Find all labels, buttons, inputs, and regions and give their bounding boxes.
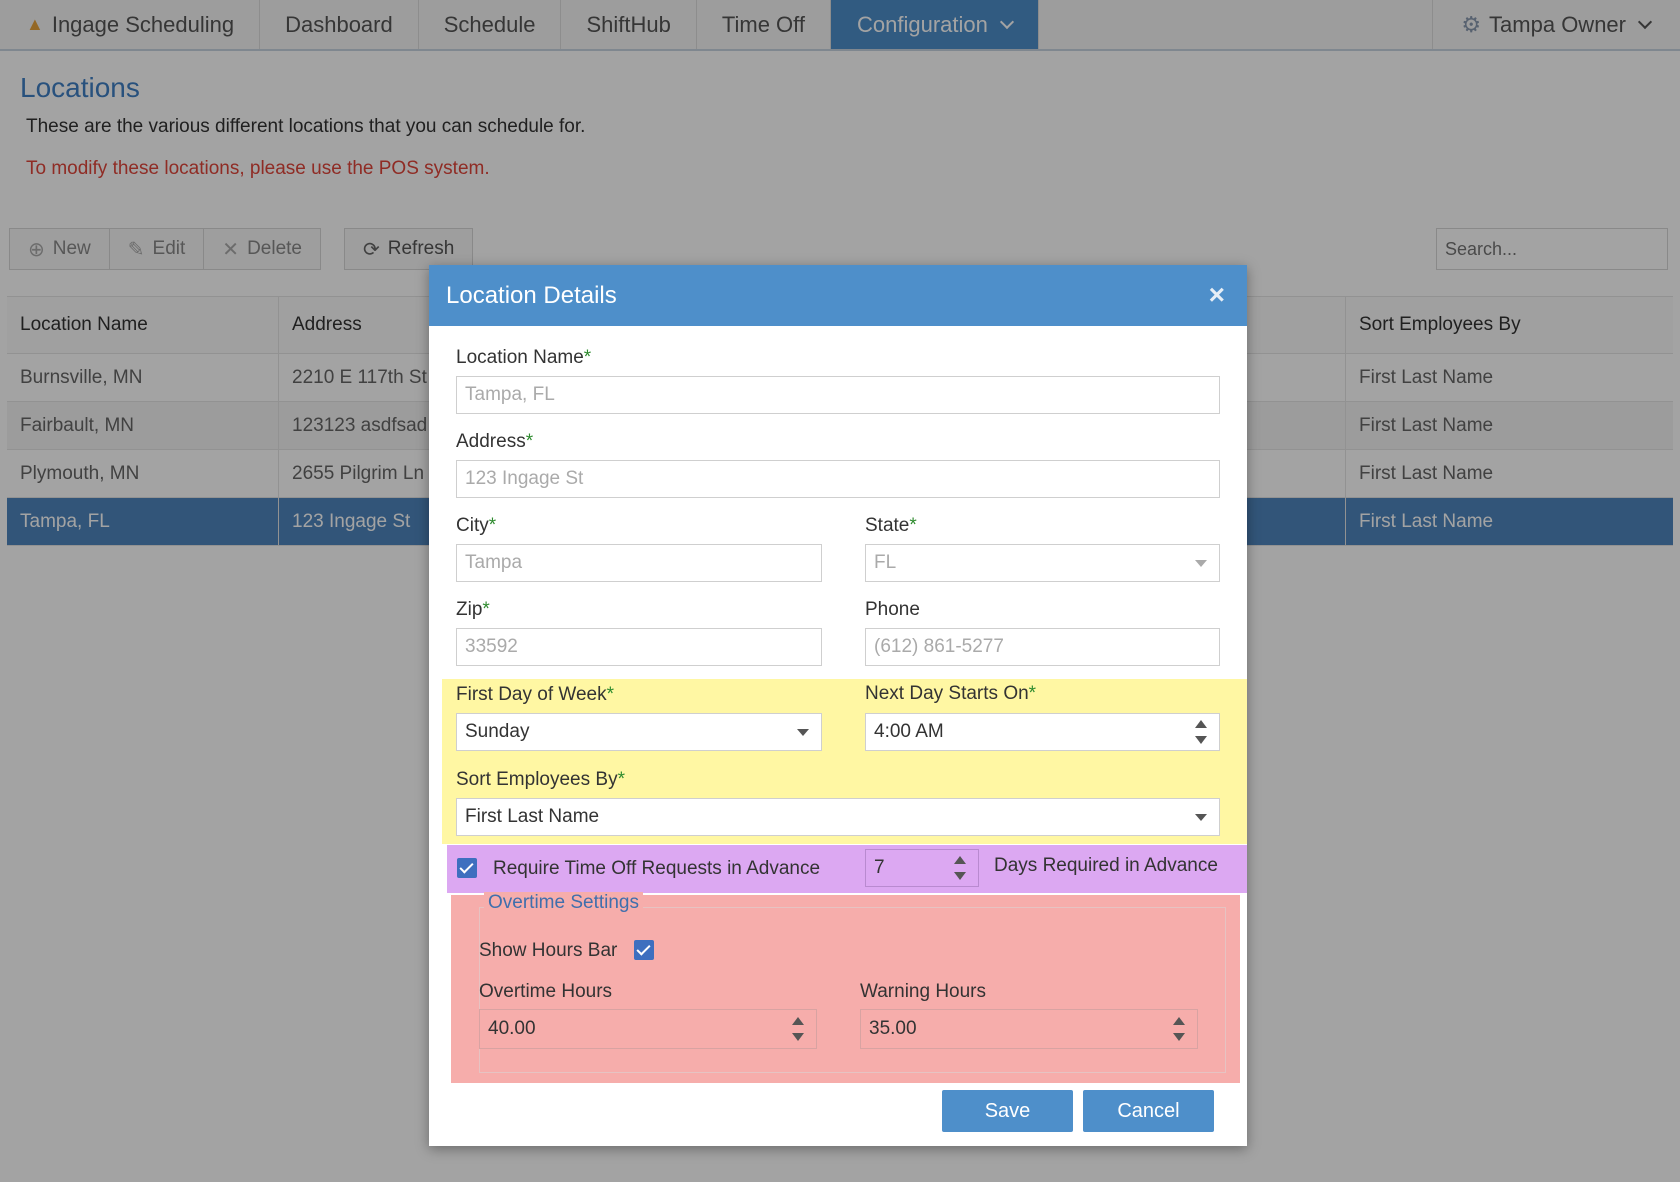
caret-down-icon: [797, 729, 809, 736]
city-label: City*: [456, 515, 496, 537]
show-hours-bar-checkbox[interactable]: [634, 940, 654, 960]
state-value: FL: [874, 552, 897, 573]
address-field[interactable]: 123 Ingage St: [456, 460, 1220, 498]
address-label-text: Address: [456, 431, 526, 452]
state-select[interactable]: FL: [865, 544, 1220, 582]
zip-field[interactable]: 33592: [456, 628, 822, 666]
required-mark: *: [583, 347, 592, 368]
required-mark: *: [525, 431, 534, 452]
required-mark: *: [1028, 683, 1037, 704]
require-time-off-label: Require Time Off Requests in Advance: [493, 858, 821, 879]
days-required-field[interactable]: 7: [865, 849, 979, 887]
first-day-label-text: First Day of Week: [456, 684, 607, 705]
overtime-legend: Overtime Settings: [484, 892, 643, 914]
overtime-hours-label: Overtime Hours: [479, 981, 613, 1002]
required-mark: *: [909, 515, 917, 536]
spinner-icon[interactable]: [954, 855, 966, 881]
show-hours-bar-label: Show Hours Bar: [479, 940, 618, 961]
warning-hours-label: Warning Hours: [860, 981, 987, 1002]
days-required-label: Days Required in Advance: [994, 855, 1218, 876]
close-icon[interactable]: ×: [1209, 279, 1225, 311]
first-day-value: Sunday: [465, 721, 530, 742]
sort-by-label: Sort Employees By*: [456, 769, 625, 791]
caret-down-icon: [1195, 814, 1207, 821]
phone-field[interactable]: (612) 861-5277: [865, 628, 1220, 666]
required-mark: *: [606, 684, 615, 705]
address-label: Address*: [456, 431, 533, 453]
warning-hours-field[interactable]: 35.00: [860, 1009, 1198, 1049]
next-day-time-field[interactable]: 4:00 AM: [865, 713, 1220, 751]
next-day-label-text: Next Day Starts On: [865, 683, 1029, 704]
next-day-label: Next Day Starts On*: [865, 683, 1036, 705]
first-day-label: First Day of Week*: [456, 684, 614, 706]
sort-by-value: First Last Name: [465, 806, 600, 827]
zip-label: Zip*: [456, 599, 490, 621]
location-name-label-text: Location Name: [456, 347, 584, 368]
days-required-value: 7: [874, 857, 885, 878]
sort-by-label-text: Sort Employees By: [456, 769, 618, 790]
state-label-text: State: [865, 515, 910, 536]
caret-down-icon: [1195, 560, 1207, 567]
overtime-hours-value: 40.00: [488, 1018, 536, 1039]
dialog-header: Location Details: [429, 265, 1247, 326]
state-label: State*: [865, 515, 917, 537]
city-field[interactable]: Tampa: [456, 544, 822, 582]
next-day-value: 4:00 AM: [874, 721, 944, 742]
spinner-icon[interactable]: [1195, 719, 1207, 745]
spinner-icon[interactable]: [1173, 1016, 1185, 1042]
required-mark: *: [482, 599, 490, 620]
first-day-select[interactable]: Sunday: [456, 713, 822, 751]
location-name-label: Location Name*: [456, 347, 591, 369]
sort-by-select[interactable]: First Last Name: [456, 798, 1220, 836]
location-details-dialog: Location Details × Location Name* Tampa,…: [429, 265, 1247, 1146]
overtime-hours-field[interactable]: 40.00: [479, 1009, 817, 1049]
cancel-button[interactable]: Cancel: [1083, 1090, 1214, 1132]
zip-label-text: Zip: [456, 599, 483, 620]
warning-hours-value: 35.00: [869, 1018, 917, 1039]
spinner-icon[interactable]: [792, 1016, 804, 1042]
required-mark: *: [617, 769, 625, 790]
city-label-text: City: [456, 515, 489, 536]
require-time-off-checkbox[interactable]: [457, 858, 477, 878]
location-name-field[interactable]: Tampa, FL: [456, 376, 1220, 414]
save-button[interactable]: Save: [942, 1090, 1073, 1132]
required-mark: *: [488, 515, 497, 536]
dialog-title: Location Details: [446, 281, 617, 309]
phone-label: Phone: [865, 599, 920, 620]
